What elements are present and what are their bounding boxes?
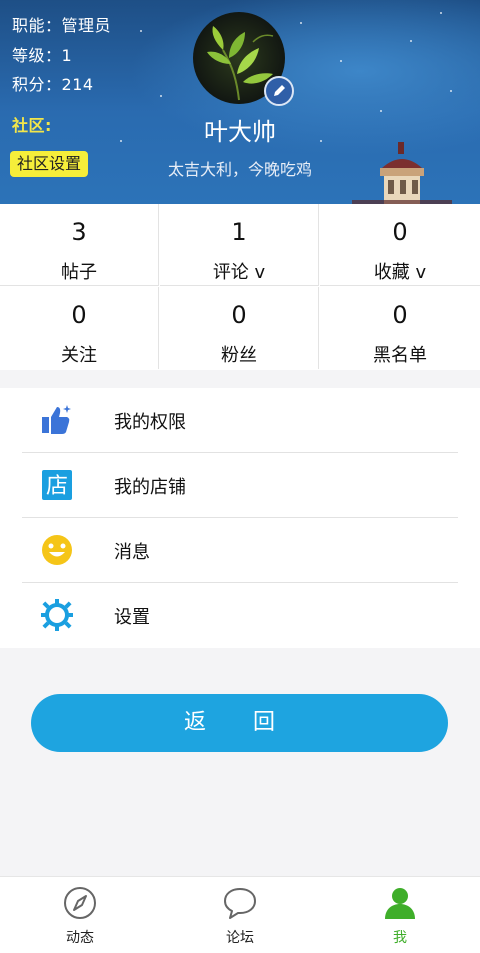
stat-value: 0 — [71, 301, 87, 329]
role-value: 管理员 — [61, 16, 112, 35]
menu-list: 我的权限 店 我的店铺 消息 设置 — [0, 388, 480, 648]
stat-posts[interactable]: 3 帖子 — [0, 204, 159, 286]
stat-label: 粉丝 — [221, 345, 257, 366]
smiley-icon — [42, 535, 72, 565]
menu-item-messages[interactable]: 消息 — [22, 518, 458, 583]
compass-icon — [64, 887, 96, 919]
tab-me[interactable]: 我 — [320, 877, 480, 953]
menu-item-permissions[interactable]: 我的权限 — [22, 388, 458, 453]
gear-icon — [41, 599, 73, 631]
tab-label: 动态 — [66, 930, 94, 946]
chat-bubble-icon — [224, 888, 256, 919]
role-row: 职能：管理员 — [12, 12, 111, 36]
store-icon: 店 — [42, 470, 72, 500]
lighthouse-decoration — [352, 142, 452, 204]
stat-value: 0 — [392, 218, 408, 246]
profile-header: 职能：管理员 等级：1 积分：214 社区: 社区设置 叶大帅 太吉大利，今晚吃… — [0, 0, 480, 204]
back-button[interactable]: 返 回 — [31, 694, 448, 752]
menu-item-settings[interactable]: 设置 — [22, 583, 458, 648]
stat-label: 评论 v — [212, 262, 266, 283]
thumbs-up-icon — [42, 405, 71, 434]
role-label: 职能： — [12, 16, 62, 35]
menu-item-my-store[interactable]: 店 我的店铺 — [22, 453, 458, 518]
level-label: 等级： — [12, 46, 62, 65]
stat-label: 收藏 v — [373, 262, 427, 283]
edit-avatar-button[interactable] — [264, 76, 294, 106]
stat-following[interactable]: 0 关注 — [0, 287, 159, 369]
store-icon-text: 店 — [45, 474, 68, 499]
menu-item-label: 设置 — [114, 607, 150, 628]
tab-forum[interactable]: 论坛 — [160, 877, 320, 953]
menu-item-label: 我的权限 — [114, 412, 186, 433]
tab-label: 我 — [393, 930, 407, 946]
stat-value: 0 — [231, 301, 247, 329]
stat-value: 1 — [231, 218, 247, 246]
level-row: 等级：1 — [12, 42, 72, 66]
stat-label: 黑名单 — [373, 345, 427, 366]
stats-grid: 3 帖子 1 评论 v 0 收藏 v 0 关注 0 粉丝 0 黑名单 — [0, 204, 480, 370]
menu-item-label: 我的店铺 — [114, 477, 186, 498]
tab-feed[interactable]: 动态 — [0, 877, 160, 953]
stat-label: 帖子 — [61, 262, 97, 283]
points-label: 积分： — [12, 75, 62, 94]
menu-item-label: 消息 — [114, 542, 150, 563]
stat-favorites[interactable]: 0 收藏 v — [320, 204, 480, 286]
pencil-icon — [274, 85, 285, 96]
stat-comments[interactable]: 1 评论 v — [160, 204, 319, 286]
points-value: 214 — [61, 75, 94, 94]
level-value: 1 — [61, 46, 73, 65]
stat-value: 0 — [392, 301, 408, 329]
points-row: 积分：214 — [12, 71, 94, 95]
bottom-tab-bar: 动态 论坛 我 — [0, 876, 480, 953]
stat-label: 关注 — [61, 345, 97, 366]
stat-fans[interactable]: 0 粉丝 — [160, 287, 319, 369]
tab-label: 论坛 — [226, 930, 254, 946]
stat-blacklist[interactable]: 0 黑名单 — [320, 287, 480, 369]
person-icon — [385, 888, 415, 919]
stat-value: 3 — [71, 218, 87, 246]
